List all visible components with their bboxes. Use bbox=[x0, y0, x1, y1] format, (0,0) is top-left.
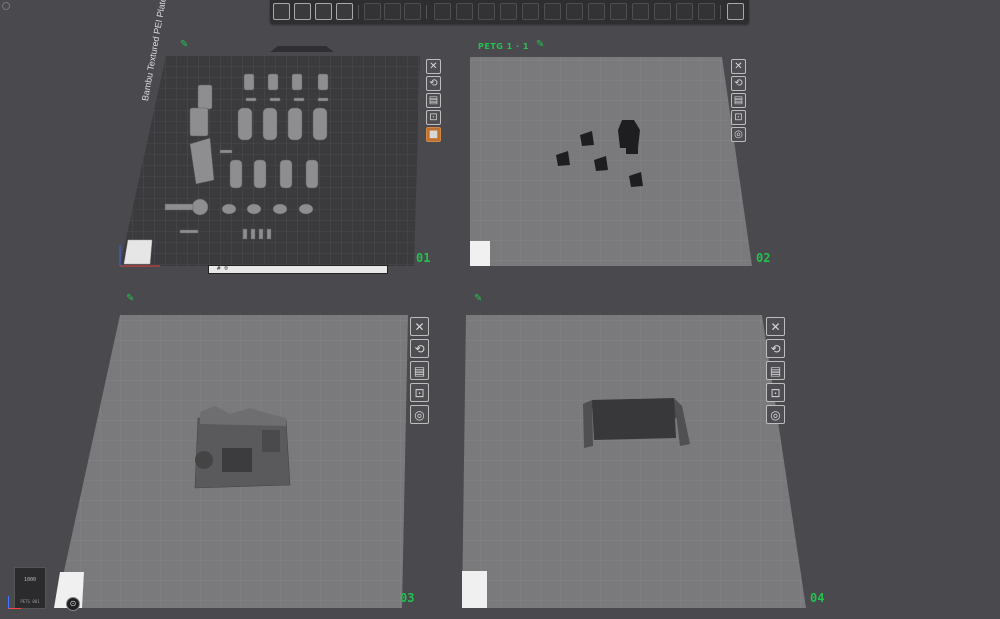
plate-1-buttons: ✕ ⟲ ▤ ⊡ ■ bbox=[426, 59, 441, 144]
part-feature bbox=[262, 430, 280, 452]
plate-4-grid bbox=[462, 315, 806, 608]
part-hole bbox=[195, 451, 213, 469]
part bbox=[279, 159, 293, 189]
auto-orient-icon[interactable]: ⟲ bbox=[766, 339, 785, 358]
part bbox=[237, 107, 253, 141]
arrange-icon[interactable]: ▤ bbox=[410, 361, 429, 380]
plate-2-number: 02 bbox=[756, 251, 771, 265]
plate-1-origin-marker bbox=[123, 239, 153, 265]
plate-1-number: 01 bbox=[416, 251, 431, 265]
plate-2-edit-icon[interactable]: ✎ bbox=[536, 39, 544, 50]
part bbox=[250, 228, 256, 240]
plate-4-origin-marker bbox=[462, 571, 487, 608]
close-icon[interactable]: ✕ bbox=[410, 317, 429, 336]
plate-1-footer-bar[interactable]: # 0 bbox=[208, 265, 388, 274]
settings-icon[interactable]: ◎ bbox=[731, 127, 746, 142]
plate-3-buttons: ✕ ⟲ ▤ ⊡ ◎ bbox=[410, 317, 429, 427]
plate-4-edit-icon[interactable]: ✎ bbox=[474, 293, 482, 304]
arrange-icon[interactable]: ▤ bbox=[426, 93, 441, 108]
part bbox=[291, 73, 303, 91]
plate-2[interactable] bbox=[470, 57, 752, 266]
part bbox=[243, 73, 255, 91]
part bbox=[626, 146, 638, 154]
close-icon[interactable]: ✕ bbox=[426, 59, 441, 74]
lock-icon[interactable]: ⊡ bbox=[410, 383, 429, 402]
plate-3-edit-icon[interactable]: ✎ bbox=[126, 293, 134, 304]
part bbox=[245, 97, 257, 102]
part bbox=[262, 107, 278, 141]
part-slot bbox=[222, 448, 252, 472]
part bbox=[221, 203, 237, 215]
part bbox=[191, 198, 209, 216]
part bbox=[305, 159, 319, 189]
part bbox=[269, 97, 281, 102]
plate-2-name: PETG 1 · 1 bbox=[478, 42, 529, 51]
part-left-wall bbox=[583, 400, 593, 448]
plate-2-origin-marker bbox=[470, 241, 490, 266]
plate-2-grid bbox=[470, 57, 752, 266]
arrange-icon[interactable]: ▤ bbox=[731, 93, 746, 108]
plate-3-part bbox=[194, 406, 291, 489]
auto-orient-icon[interactable]: ⟲ bbox=[410, 339, 429, 358]
part bbox=[242, 228, 248, 240]
axis-indicator-icon bbox=[8, 596, 21, 609]
part bbox=[246, 203, 262, 215]
plate-2-buttons: ✕ ⟲ ▤ ⊡ ◎ bbox=[731, 59, 746, 144]
part bbox=[266, 228, 272, 240]
settings-icon[interactable]: ◎ bbox=[410, 405, 429, 424]
plate-1-footer-text: # 0 bbox=[217, 265, 228, 272]
part bbox=[229, 159, 243, 189]
plate-3-number: 03 bbox=[400, 591, 415, 605]
view-cube-icon[interactable]: ⊙ bbox=[66, 597, 80, 611]
auto-orient-icon[interactable]: ⟲ bbox=[426, 76, 441, 91]
part bbox=[317, 97, 329, 102]
part bbox=[253, 159, 267, 189]
part bbox=[293, 97, 305, 102]
part-back bbox=[592, 398, 676, 440]
part bbox=[272, 203, 288, 215]
plate-4[interactable] bbox=[462, 315, 806, 608]
part bbox=[219, 149, 233, 154]
part bbox=[164, 203, 194, 211]
thumbnail-top-text: 1000 bbox=[23, 577, 37, 583]
part bbox=[287, 107, 303, 141]
plate-4-buttons: ✕ ⟲ ▤ ⊡ ◎ bbox=[766, 317, 785, 427]
lock-icon[interactable]: ⊡ bbox=[766, 383, 785, 402]
settings-icon[interactable]: ◎ bbox=[766, 405, 785, 424]
filament-color-icon[interactable]: ■ bbox=[426, 127, 441, 142]
part bbox=[197, 84, 213, 110]
auto-orient-icon[interactable]: ⟲ bbox=[731, 76, 746, 91]
arrange-icon[interactable]: ▤ bbox=[766, 361, 785, 380]
part bbox=[312, 107, 328, 141]
part bbox=[298, 203, 314, 215]
plate-1-handle bbox=[270, 46, 334, 52]
part bbox=[267, 73, 279, 91]
close-icon[interactable]: ✕ bbox=[731, 59, 746, 74]
part bbox=[258, 228, 264, 240]
part bbox=[179, 229, 199, 234]
part bbox=[317, 73, 329, 91]
part bbox=[189, 107, 209, 137]
close-icon[interactable]: ✕ bbox=[766, 317, 785, 336]
plate-1-edit-icon[interactable]: ✎ bbox=[180, 39, 188, 50]
lock-icon[interactable]: ⊡ bbox=[426, 110, 441, 125]
plate-4-number: 04 bbox=[810, 591, 825, 605]
lock-icon[interactable]: ⊡ bbox=[731, 110, 746, 125]
